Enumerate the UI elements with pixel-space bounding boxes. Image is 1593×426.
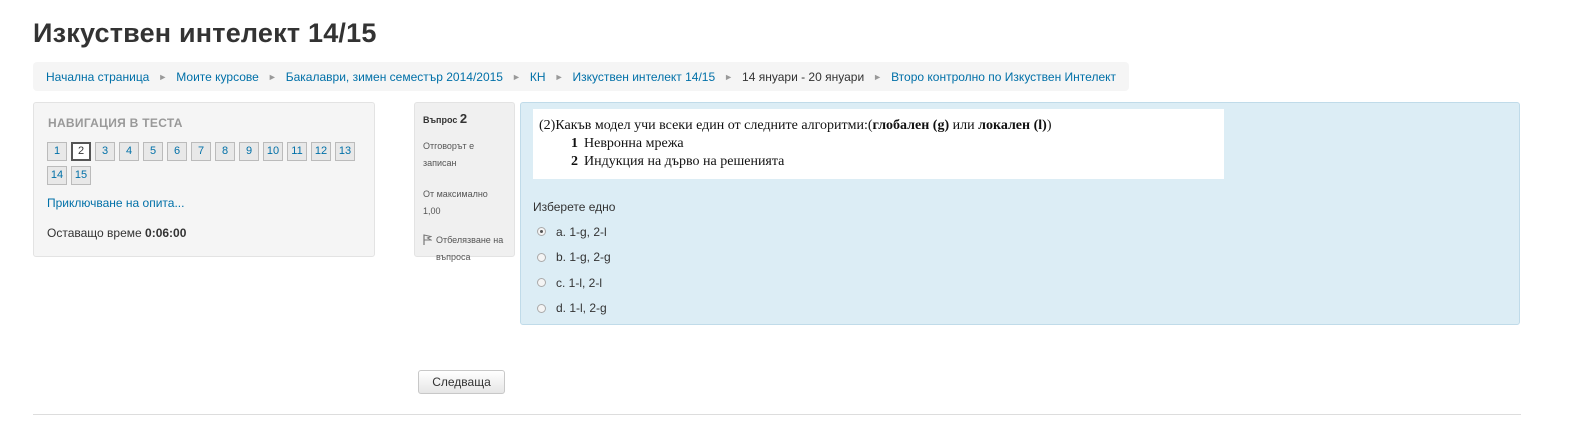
breadcrumb-item[interactable]: Бакалаври, зимен семестър 2014/2015 (286, 70, 503, 84)
breadcrumb: Начална страница ► Моите курсове ► Бакалаври… (33, 62, 1130, 91)
flag-question-label: Отбелязване на въпроса (436, 235, 504, 262)
question-nav-button-5[interactable]: 5 (143, 142, 163, 161)
finish-attempt-link[interactable]: Приключване на опита... (47, 196, 184, 210)
question-text-prefix: (2)Какъв модел учи всеки един от следнит… (539, 118, 873, 133)
flag-icon (423, 234, 432, 245)
breadcrumb-separator-icon: ► (511, 71, 521, 82)
question-text-bold-global: глобален (g) (872, 118, 950, 133)
breadcrumb-item[interactable]: КН (530, 70, 546, 84)
answer-radio[interactable] (537, 227, 546, 237)
timer-value: 0:06:00 (145, 226, 187, 240)
question-grade: От максимално 1,00 (423, 189, 488, 216)
subitem-number: 1 (571, 136, 578, 151)
breadcrumb-separator-icon: ► (267, 71, 277, 82)
question-nav-button-4[interactable]: 4 (119, 142, 139, 161)
breadcrumb-separator-icon: ► (554, 71, 564, 82)
subitem-number: 2 (571, 154, 578, 169)
breadcrumb-separator-icon: ► (724, 71, 734, 82)
question-nav-button-3[interactable]: 3 (95, 142, 115, 161)
breadcrumb-item[interactable]: Изкуствен интелект 14/15 (572, 70, 715, 84)
question-nav-button-12[interactable]: 12 (311, 142, 331, 161)
breadcrumb-item[interactable]: Моите курсове (176, 70, 259, 84)
answer-option[interactable]: d. 1-l, 2-g (537, 296, 611, 322)
quiz-navigation-title: НАВИГАЦИЯ В ТЕСТА (48, 116, 183, 130)
question-state: Отговорът е записан (423, 141, 475, 168)
quiz-navigation-block: НАВИГАЦИЯ В ТЕСТА 1 2 3 4 5 6 7 8 9 10 11 12 13 14 15 … (33, 102, 375, 257)
next-page-button[interactable]: Следваща (418, 370, 505, 394)
answer-option[interactable]: b. 1-g, 2-g (537, 245, 611, 271)
question-info: Въпрос 2 Отговорът е записан От максимал… (414, 102, 515, 262)
question-nav-button-1[interactable]: 1 (47, 142, 67, 161)
question-nav-button-8[interactable]: 8 (215, 142, 235, 161)
question-text-line: (2)Какъв модел учи всеки един от следнит… (539, 117, 1218, 135)
answer-prompt: Изберете едно (533, 200, 616, 214)
answer-options: a. 1-g, 2-l b. 1-g, 2-g c. 1-l, 2-l d. 1-l,… (537, 219, 611, 321)
question-nav-button-13[interactable]: 13 (335, 142, 355, 161)
timer-label: Оставащо време (47, 226, 142, 240)
question-text-bold-local: локален (l) (978, 118, 1047, 133)
question-nav-button-2[interactable]: 2 (71, 142, 91, 161)
answer-radio[interactable] (537, 303, 546, 313)
answer-radio[interactable] (537, 252, 546, 262)
page-title: Изкуствен интелект 14/15 (33, 18, 377, 48)
question-number-label: Въпрос (423, 115, 458, 125)
question-nav-button-11[interactable]: 11 (287, 142, 307, 161)
question-subitem: 2 Индукция на дърво на решенията (539, 153, 1218, 171)
answer-label: a. 1-g, 2-l (556, 224, 607, 239)
question-number: 2 (459, 111, 468, 126)
question-nav-button-14[interactable]: 14 (47, 166, 67, 185)
answer-option[interactable]: c. 1-l, 2-l (537, 270, 611, 296)
breadcrumb-item: 14 януари - 20 януари (742, 69, 865, 84)
answer-radio[interactable] (537, 278, 546, 288)
answer-label: c. 1-l, 2-l (556, 275, 603, 290)
answer-option[interactable]: a. 1-g, 2-l (537, 219, 611, 245)
question-nav-button-7[interactable]: 7 (191, 142, 211, 161)
question-nav-button-10[interactable]: 10 (263, 142, 283, 161)
breadcrumb-item[interactable]: Начална страница (46, 70, 149, 84)
question-text-mid: или (949, 118, 979, 133)
question-text-suffix: ) (1046, 118, 1052, 133)
question-nav-button-15[interactable]: 15 (71, 166, 91, 185)
subitem-label: Невронна мрежа (584, 136, 684, 151)
subitem-label: Индукция на дърво на решенията (584, 154, 785, 169)
timer: Оставащо време 0:06:00 (47, 226, 186, 240)
footer-divider (33, 414, 1521, 415)
answer-label: b. 1-g, 2-g (556, 250, 611, 265)
question-nav-button-6[interactable]: 6 (167, 142, 187, 161)
question-nav-button-9[interactable]: 9 (239, 142, 259, 161)
breadcrumb-separator-icon: ► (873, 71, 883, 82)
flag-question-toggle[interactable]: Отбелязване на въпроса (423, 232, 506, 266)
breadcrumb-separator-icon: ► (158, 71, 168, 82)
answer-label: d. 1-l, 2-g (556, 301, 607, 316)
question-buttons: 1 2 3 4 5 6 7 8 9 10 11 12 13 14 15 (47, 142, 365, 190)
question-content: (2)Какъв модел учи всеки един от следнит… (520, 102, 1520, 325)
question-subitem: 1 Невронна мрежа (539, 135, 1218, 153)
question-text: (2)Какъв модел учи всеки един от следнит… (533, 109, 1224, 179)
breadcrumb-item[interactable]: Второ контролно по Изкуствен Интелект (891, 70, 1116, 84)
